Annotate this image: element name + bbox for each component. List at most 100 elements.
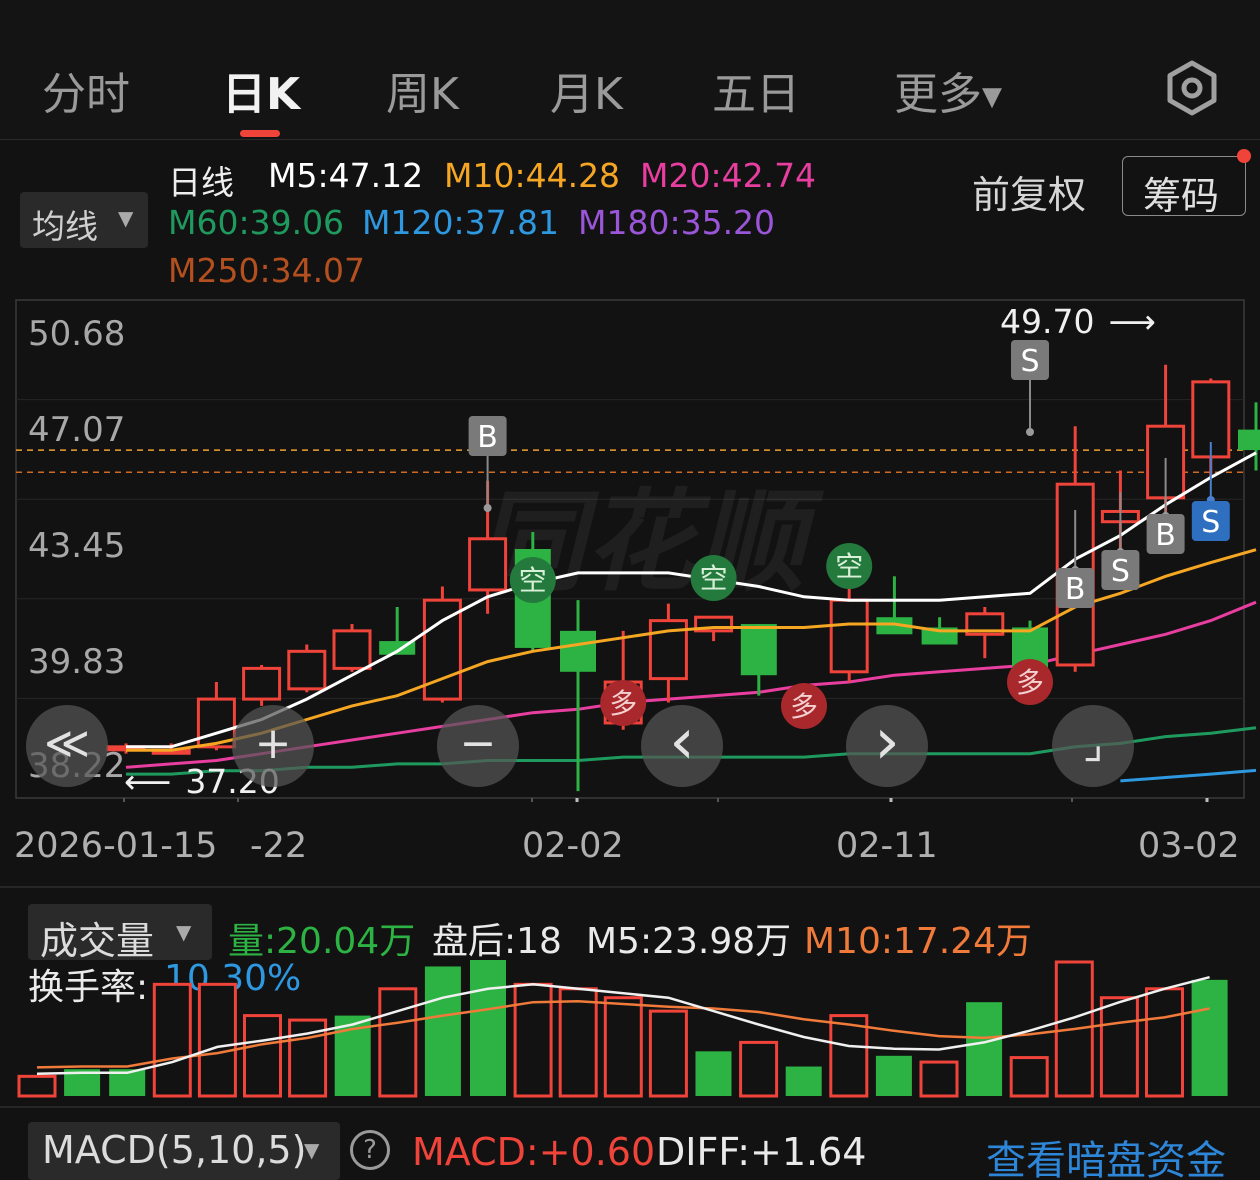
tab-month-k[interactable]: 月K [550,58,623,122]
signal-badge-text: B [477,420,498,455]
volume-bar [1099,996,1139,1098]
volume-bar [875,1055,912,1096]
tab-five-day[interactable]: 五日 [712,58,800,122]
tab-fenshi[interactable]: 分时 [42,58,130,122]
candle-body [468,537,508,592]
ma180-value: M180:35.20 [578,203,776,242]
hexagon-settings-icon [1167,60,1217,116]
zoom-out-button[interactable]: − [437,705,519,787]
volume-bar [424,966,461,1096]
signal-long-text: 多 [609,687,637,720]
volume-bar [785,1066,822,1096]
tab-week-k[interactable]: 周K [386,58,459,122]
macd-value: MACD:+0.60 [412,1130,656,1174]
ma20-value: M20:42.74 [640,156,817,195]
date-label-1: 2026-01-15 [14,826,218,866]
empty-signal: 空 [690,555,737,601]
volume-bar [243,1014,282,1098]
high-price-value: 49.70 [1000,302,1095,341]
next-icon: › [874,705,900,779]
signal-badge-text: B [1155,518,1176,553]
ma120-value: M120:37.81 [362,203,560,242]
volume-bar [17,1074,57,1098]
ma10-value: M10:44.28 [444,156,621,195]
long-signal: 多 [600,680,647,726]
arrow-left-icon: ⟵ [124,762,172,801]
signal-empty-text: 空 [835,550,863,583]
volume-bar [695,1051,732,1096]
volume-bar [558,987,598,1098]
price-axis-label-top: 50.68 [28,314,126,354]
long-signal: 多 [1007,659,1053,705]
fullscreen-button[interactable]: ⌟ [1052,705,1134,787]
signal-empty-text: 空 [519,564,547,597]
volume-m10-value: M10:17.24万 [804,921,1033,962]
ma120-line [1120,768,1257,783]
sell-signal: S [1191,501,1230,541]
empty-signal: 空 [509,557,556,603]
prev-button[interactable]: ‹ [641,705,723,787]
signal-long-text: 多 [1016,666,1044,699]
diff-value: DIFF:+1.64 [656,1130,867,1174]
price-axis-label-4: 39.83 [28,642,126,682]
zoom-out-icon: − [459,718,497,769]
candle-body [287,649,327,691]
macd-selector[interactable]: MACD(5,10,5) ▼ [28,1122,340,1180]
buy-signal: B [468,416,507,456]
volume-bar [919,1060,959,1098]
empty-signal: 空 [826,543,873,589]
chevron-down-icon: ▼ [982,82,1002,112]
candle-body [1238,429,1260,451]
signal-badge-text: S [1020,344,1039,379]
section-divider [0,886,1260,888]
signal-badge-text: S [1111,554,1130,589]
next-button[interactable]: › [846,705,928,787]
candle-body [560,630,596,672]
volume-bar [739,1040,779,1098]
zoom-in-button[interactable]: + [232,705,314,787]
tab-day-k[interactable]: 日K [222,58,300,122]
sell-signal: S [1011,340,1049,380]
prev-icon: ‹ [669,705,695,779]
date-label-5: 03-02 [1138,826,1240,866]
volume-bar [603,996,643,1098]
adjust-mode-button[interactable]: 前复权 [972,164,1086,219]
volume-bar [1145,987,1184,1098]
arrow-right-icon: ⟶ [1108,302,1156,341]
volume-selector[interactable]: 成交量 ▼ [28,904,212,963]
ma250-value: M250:34.07 [168,251,366,290]
ma60-value: M60:39.06 [168,203,345,242]
date-label-4: 02-11 [836,826,938,866]
tab-more[interactable]: 更多▼ [894,58,1002,122]
signal-dot [1026,428,1034,436]
volume-chart [17,960,1228,1098]
candle-body [242,666,282,701]
volume-m5-value: M5:23.98万 [586,921,792,962]
buy-signal: B [1056,568,1095,608]
settings-button[interactable] [1164,60,1220,116]
zoom-in-icon: + [254,718,292,769]
chevron-down-icon: ▼ [118,206,134,230]
volume-bar [378,987,418,1098]
chips-button[interactable]: 筹码 [1122,156,1246,218]
chips-button-label: 筹码 [1143,174,1220,218]
ma5-value: M5:47.12 [268,156,424,195]
rewind-button[interactable]: ≪ [26,705,108,787]
volume-bar [648,1009,688,1098]
date-label-2: -22 [250,826,308,866]
macd-selector-label: MACD(5,10,5) [42,1128,307,1172]
ma-selector[interactable]: 均线 ▼ [20,192,148,248]
notification-dot [1237,149,1251,163]
volume-value: 量:20.04万 [228,921,416,962]
fullscreen-icon: ⌟ [1082,718,1104,769]
active-tab-indicator [240,130,280,137]
dark-pool-link[interactable]: 查看暗盘资金 [986,1128,1226,1180]
volume-bar [152,982,192,1098]
date-label-3: 02-02 [522,826,624,866]
help-icon[interactable]: ? [350,1130,390,1170]
tab-more-label: 更多 [894,69,982,120]
signal-empty-text: 空 [700,562,728,595]
candle-body [829,598,869,674]
period-label: 日线 [168,163,234,202]
volume-bar [1191,979,1228,1096]
